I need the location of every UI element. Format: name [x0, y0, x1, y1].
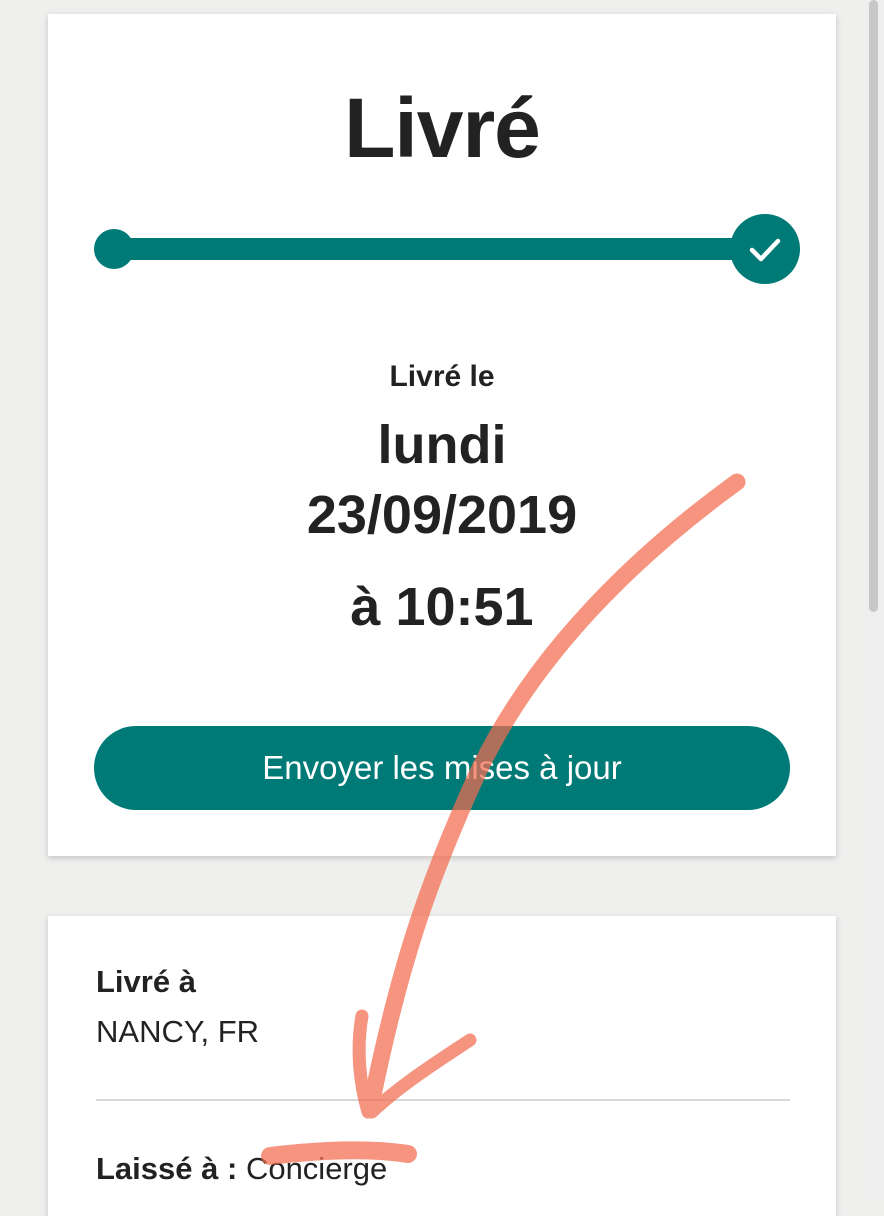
checkmark-icon — [749, 238, 781, 262]
progress-track — [114, 238, 766, 260]
details-divider — [96, 1099, 790, 1101]
delivered-day: lundi — [377, 415, 507, 475]
left-at-row: Laissé à : Concierge — [96, 1151, 387, 1187]
delivered-time: à 10:51 — [350, 577, 534, 637]
delivered-to-value: NANCY, FR — [96, 1014, 260, 1049]
left-at-value: Concierge — [245, 1151, 388, 1186]
progress-complete-marker — [730, 214, 800, 284]
send-updates-button[interactable]: Envoyer les mises à jour — [94, 726, 790, 810]
delivery-details-card: Livré à NANCY, FR Laissé à : Concierge — [48, 916, 836, 1216]
delivered-date: 23/09/2019 — [306, 485, 578, 545]
progress-start-dot — [94, 229, 134, 269]
page-scrollbar[interactable] — [866, 0, 884, 1200]
status-title: Livré — [344, 81, 541, 175]
delivery-status-card: Livré Livré le lundi 23/09/2019 à 10:51 … — [48, 14, 836, 856]
delivered-to-label: Livré à — [96, 964, 196, 999]
delivery-progress-bar — [94, 214, 800, 284]
scrollbar-thumb[interactable] — [869, 0, 878, 612]
left-at-label: Laissé à : — [96, 1151, 238, 1186]
delivered-on-label: Livré le — [389, 360, 495, 393]
